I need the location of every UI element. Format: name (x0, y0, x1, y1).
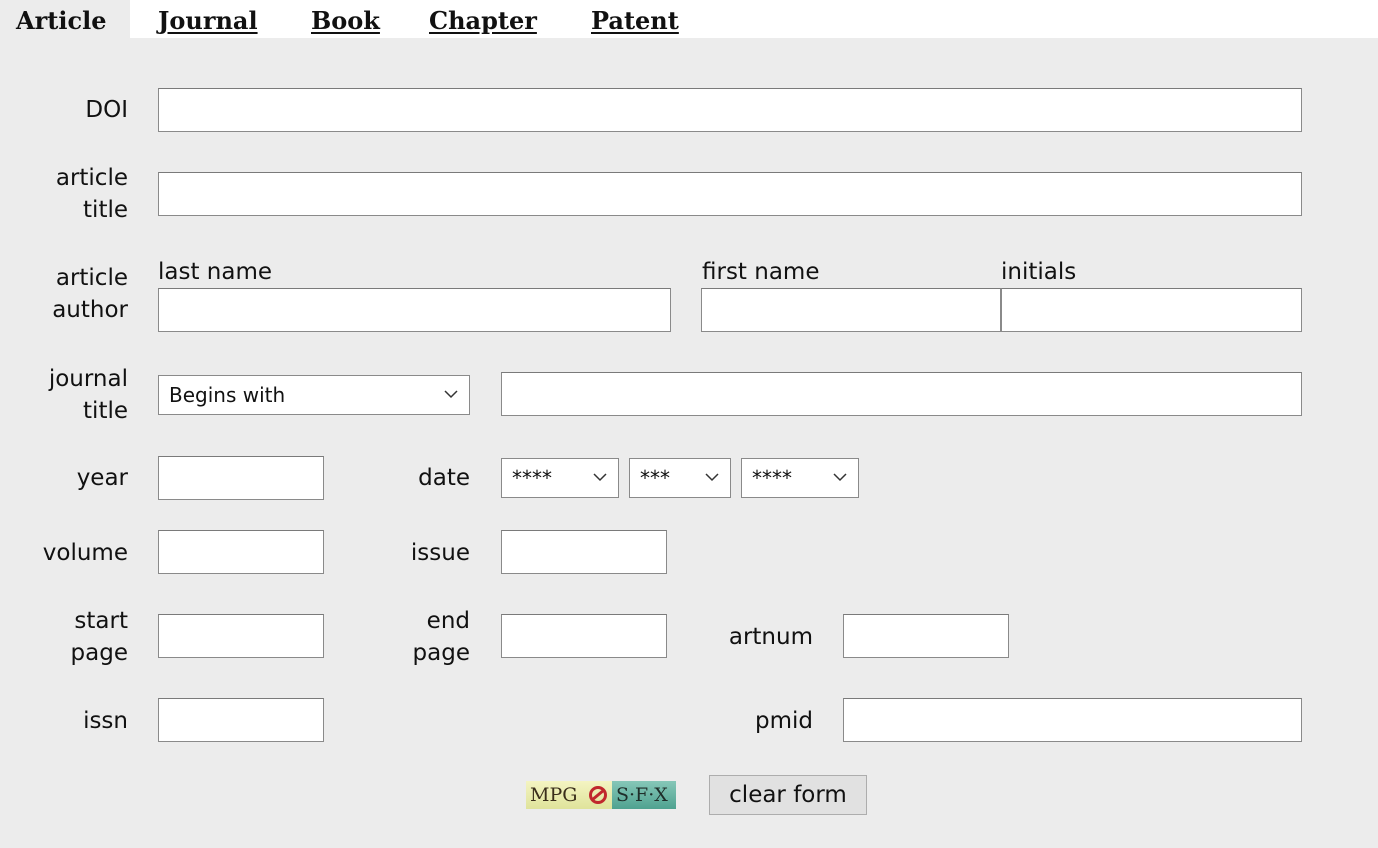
sfx-button-mpg-text: MPG (530, 784, 578, 806)
chevron-down-icon (705, 473, 719, 482)
initials-input[interactable] (1001, 288, 1302, 332)
first-name-label: first name (702, 259, 820, 285)
pmid-label: pmid (755, 708, 813, 734)
journal-match-value: Begins with (169, 383, 286, 407)
tab-patent[interactable]: Patent (591, 0, 679, 38)
date-year-select[interactable]: **** (501, 458, 619, 498)
end-page-label-line1: end (426, 608, 470, 634)
last-name-input[interactable] (158, 288, 671, 332)
sfx-logo-icon (589, 786, 607, 804)
date-year-value: **** (512, 466, 552, 490)
doi-input[interactable] (158, 88, 1302, 132)
issn-label: issn (83, 708, 128, 734)
tab-chapter[interactable]: Chapter (429, 0, 537, 38)
year-label: year (76, 465, 128, 491)
journal-match-select[interactable]: Begins with (158, 375, 470, 415)
volume-input[interactable] (158, 530, 324, 574)
end-page-label-line2: page (412, 640, 470, 666)
date-day-select[interactable]: **** (741, 458, 859, 498)
date-day-value: **** (752, 466, 792, 490)
end-page-input[interactable] (501, 614, 667, 658)
artnum-input[interactable] (843, 614, 1009, 658)
sfx-submit-button[interactable]: MPG S·F·X (526, 781, 676, 809)
article-title-label-line2: title (83, 197, 128, 223)
sfx-button-sfx-text: S·F·X (616, 784, 668, 806)
year-input[interactable] (158, 456, 324, 500)
end-page-label: end page (413, 605, 470, 669)
date-month-select[interactable]: *** (629, 458, 731, 498)
article-author-label-line2: author (52, 297, 128, 323)
tab-journal[interactable]: Journal (158, 0, 258, 38)
date-month-value: *** (640, 466, 670, 490)
start-page-input[interactable] (158, 614, 324, 658)
form-tabs: Article Journal Book Chapter Patent (0, 0, 1378, 38)
chevron-down-icon (833, 473, 847, 482)
volume-label: volume (42, 540, 128, 566)
last-name-label: last name (158, 259, 273, 285)
start-page-label-line2: page (70, 640, 128, 666)
initials-label: initials (1001, 259, 1077, 285)
article-title-input[interactable] (158, 172, 1302, 216)
issn-input[interactable] (158, 698, 324, 742)
chevron-down-icon (444, 390, 458, 399)
doi-label: DOI (85, 97, 128, 123)
tab-book[interactable]: Book (311, 0, 380, 38)
chevron-down-icon (593, 473, 607, 482)
article-author-label-line1: article (55, 265, 128, 291)
pmid-input[interactable] (843, 698, 1302, 742)
journal-title-label-line1: journal (48, 366, 128, 392)
journal-title-label: journal title (49, 363, 128, 427)
article-title-label: article title (56, 162, 128, 226)
clear-form-button[interactable]: clear form (709, 775, 867, 815)
article-title-label-line1: article (55, 165, 128, 191)
journal-title-input[interactable] (501, 372, 1302, 416)
date-label: date (418, 465, 470, 491)
journal-title-label-line2: title (83, 398, 128, 424)
article-author-label: article author (52, 262, 128, 326)
start-page-label: start page (71, 605, 128, 669)
tab-article[interactable]: Article (0, 0, 130, 38)
issue-label: issue (410, 540, 470, 566)
artnum-label: artnum (728, 624, 813, 650)
start-page-label-line1: start (74, 608, 128, 634)
first-name-input[interactable] (701, 288, 1001, 332)
issue-input[interactable] (501, 530, 667, 574)
